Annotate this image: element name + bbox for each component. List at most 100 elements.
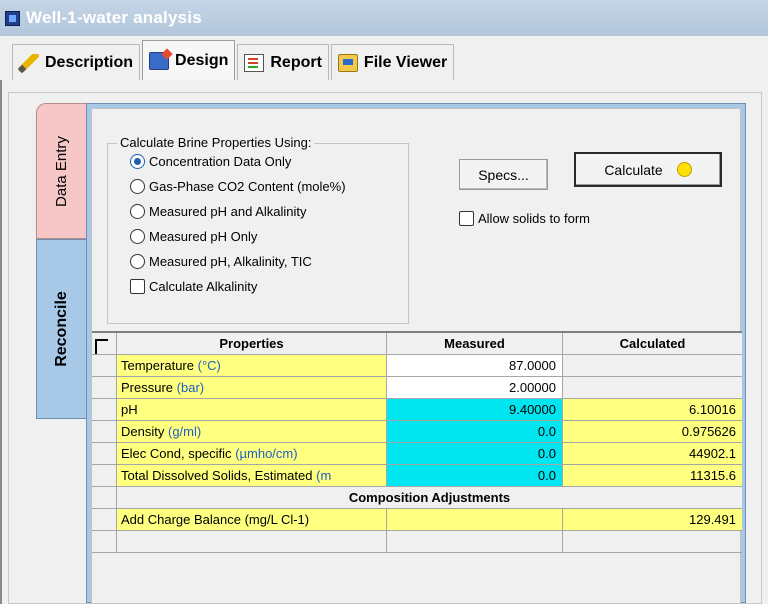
radio-icon[interactable] [130, 254, 145, 269]
row-selector[interactable] [92, 355, 117, 376]
measured-cell[interactable]: 2.00000 [387, 377, 563, 398]
property-name: Temperature (°C) [117, 355, 387, 376]
allow-solids-label: Allow solids to form [478, 211, 590, 226]
pencil-icon [19, 53, 39, 72]
row-selector[interactable] [92, 421, 117, 442]
side-tab-data-entry[interactable]: Data Entry [36, 103, 86, 239]
property-unit: (m [316, 468, 332, 483]
property-name: pH [117, 399, 387, 420]
option-label: Measured pH Only [149, 229, 258, 244]
header-properties: Properties [117, 333, 387, 354]
tab-design[interactable]: Design [142, 40, 236, 80]
properties-grid: Properties Measured Calculated Temperatu… [92, 331, 742, 553]
property-label: pH [121, 402, 138, 417]
property-name: Add Charge Balance (mg/L Cl-1) [117, 509, 387, 530]
tab-design-label: Design [175, 51, 229, 69]
calculate-button-label: Calculate [604, 161, 663, 178]
tab-description-label: Description [45, 53, 134, 71]
tab-file-viewer[interactable]: File Viewer [330, 44, 455, 80]
table-row: Add Charge Balance (mg/L Cl-1) 129.491 [92, 509, 742, 531]
property-name: Pressure (bar) [117, 377, 387, 398]
property-unit: (µmho/cm) [235, 446, 298, 461]
empty-row [92, 531, 742, 553]
option-measured-ph-only[interactable]: Measured pH Only [130, 229, 257, 244]
empty-cell [387, 531, 563, 552]
section-row: Composition Adjustments [92, 487, 742, 509]
table-row: pH 9.40000 6.10016 [92, 399, 742, 421]
measured-cell[interactable]: 87.0000 [387, 355, 563, 376]
row-selector[interactable] [92, 531, 117, 552]
row-selector[interactable] [92, 509, 117, 530]
title-bar: Well-1-water analysis [0, 0, 768, 36]
table-row: Total Dissolved Solids, Estimated (m 0.0… [92, 465, 742, 487]
specs-button-label: Specs... [478, 166, 529, 183]
folder-icon [337, 53, 358, 72]
select-all-corner[interactable] [92, 333, 117, 354]
calculated-cell: 6.10016 [563, 399, 742, 420]
table-row: Density (g/ml) 0.0 0.975626 [92, 421, 742, 443]
property-label: Density [121, 424, 165, 439]
measured-cell[interactable] [387, 509, 563, 530]
property-unit: (°C) [197, 358, 221, 373]
app-icon [5, 10, 20, 26]
empty-cell [117, 531, 387, 552]
side-tab-reconcile-label: Reconcile [52, 291, 70, 367]
measured-cell[interactable]: 9.40000 [387, 399, 563, 420]
tab-file-viewer-label: File Viewer [363, 53, 448, 71]
property-name: Density (g/ml) [117, 421, 387, 442]
tab-report[interactable]: Report [237, 44, 329, 80]
property-label: Total Dissolved Solids, Estimated [121, 468, 313, 483]
property-label: Pressure [121, 380, 174, 395]
calculated-cell: 0.975626 [563, 421, 742, 442]
row-selector[interactable] [92, 487, 117, 508]
allow-solids-checkbox[interactable]: Allow solids to form [459, 211, 590, 226]
radio-icon[interactable] [130, 229, 145, 244]
checkbox-icon[interactable] [130, 279, 145, 294]
calculate-alkalinity-checkbox[interactable]: Calculate Alkalinity [130, 279, 257, 294]
status-dot-icon [676, 162, 692, 177]
tab-report-label: Report [270, 53, 322, 71]
tab-description[interactable]: Description [12, 44, 141, 80]
header-calculated: Calculated [563, 333, 742, 354]
top-tab-strip: Description Design Report File Viewer [0, 36, 768, 80]
side-tab-reconcile[interactable]: Reconcile [36, 239, 86, 419]
brine-properties-group: Calculate Brine Properties Using: Concen… [107, 135, 409, 324]
radio-icon[interactable] [130, 179, 145, 194]
property-name: Elec Cond, specific (µmho/cm) [117, 443, 387, 464]
calculated-cell [563, 377, 742, 398]
checkbox-icon[interactable] [459, 211, 474, 226]
brine-properties-legend: Calculate Brine Properties Using: [117, 135, 315, 150]
measured-cell[interactable]: 0.0 [387, 421, 563, 442]
empty-cell [563, 531, 742, 552]
calculated-cell [563, 355, 742, 376]
radio-icon[interactable] [130, 204, 145, 219]
row-selector[interactable] [92, 399, 117, 420]
measured-cell[interactable]: 0.0 [387, 443, 563, 464]
option-measured-ph-alkalinity[interactable]: Measured pH and Alkalinity [130, 204, 307, 219]
measured-cell[interactable]: 0.0 [387, 465, 563, 486]
row-selector[interactable] [92, 443, 117, 464]
option-label: Gas-Phase CO2 Content (mole%) [149, 179, 346, 194]
row-selector[interactable] [92, 377, 117, 398]
row-selector[interactable] [92, 465, 117, 486]
property-name: Total Dissolved Solids, Estimated (m [117, 465, 387, 486]
table-row: Temperature (°C) 87.0000 [92, 355, 742, 377]
calculate-alkalinity-label: Calculate Alkalinity [149, 279, 258, 294]
property-label: Temperature [121, 358, 194, 373]
calculated-cell: 11315.6 [563, 465, 742, 486]
radio-selected-icon[interactable] [130, 154, 145, 169]
specs-button[interactable]: Specs... [459, 159, 548, 190]
option-measured-ph-alkalinity-tic[interactable]: Measured pH, Alkalinity, TIC [130, 254, 312, 269]
table-row: Pressure (bar) 2.00000 [92, 377, 742, 399]
option-gas-phase-co2[interactable]: Gas-Phase CO2 Content (mole%) [130, 179, 346, 194]
section-title: Composition Adjustments [117, 487, 742, 508]
table-row: Elec Cond, specific (µmho/cm) 0.0 44902.… [92, 443, 742, 465]
option-label: Concentration Data Only [149, 154, 292, 169]
reconcile-panel-body: Calculate Brine Properties Using: Concen… [91, 108, 742, 604]
option-concentration-data-only[interactable]: Concentration Data Only [130, 154, 291, 169]
option-label: Measured pH and Alkalinity [149, 204, 307, 219]
calculate-button[interactable]: Calculate [574, 152, 722, 187]
calculated-cell: 44902.1 [563, 443, 742, 464]
option-label: Measured pH, Alkalinity, TIC [149, 254, 312, 269]
property-unit: (g/ml) [167, 424, 202, 439]
